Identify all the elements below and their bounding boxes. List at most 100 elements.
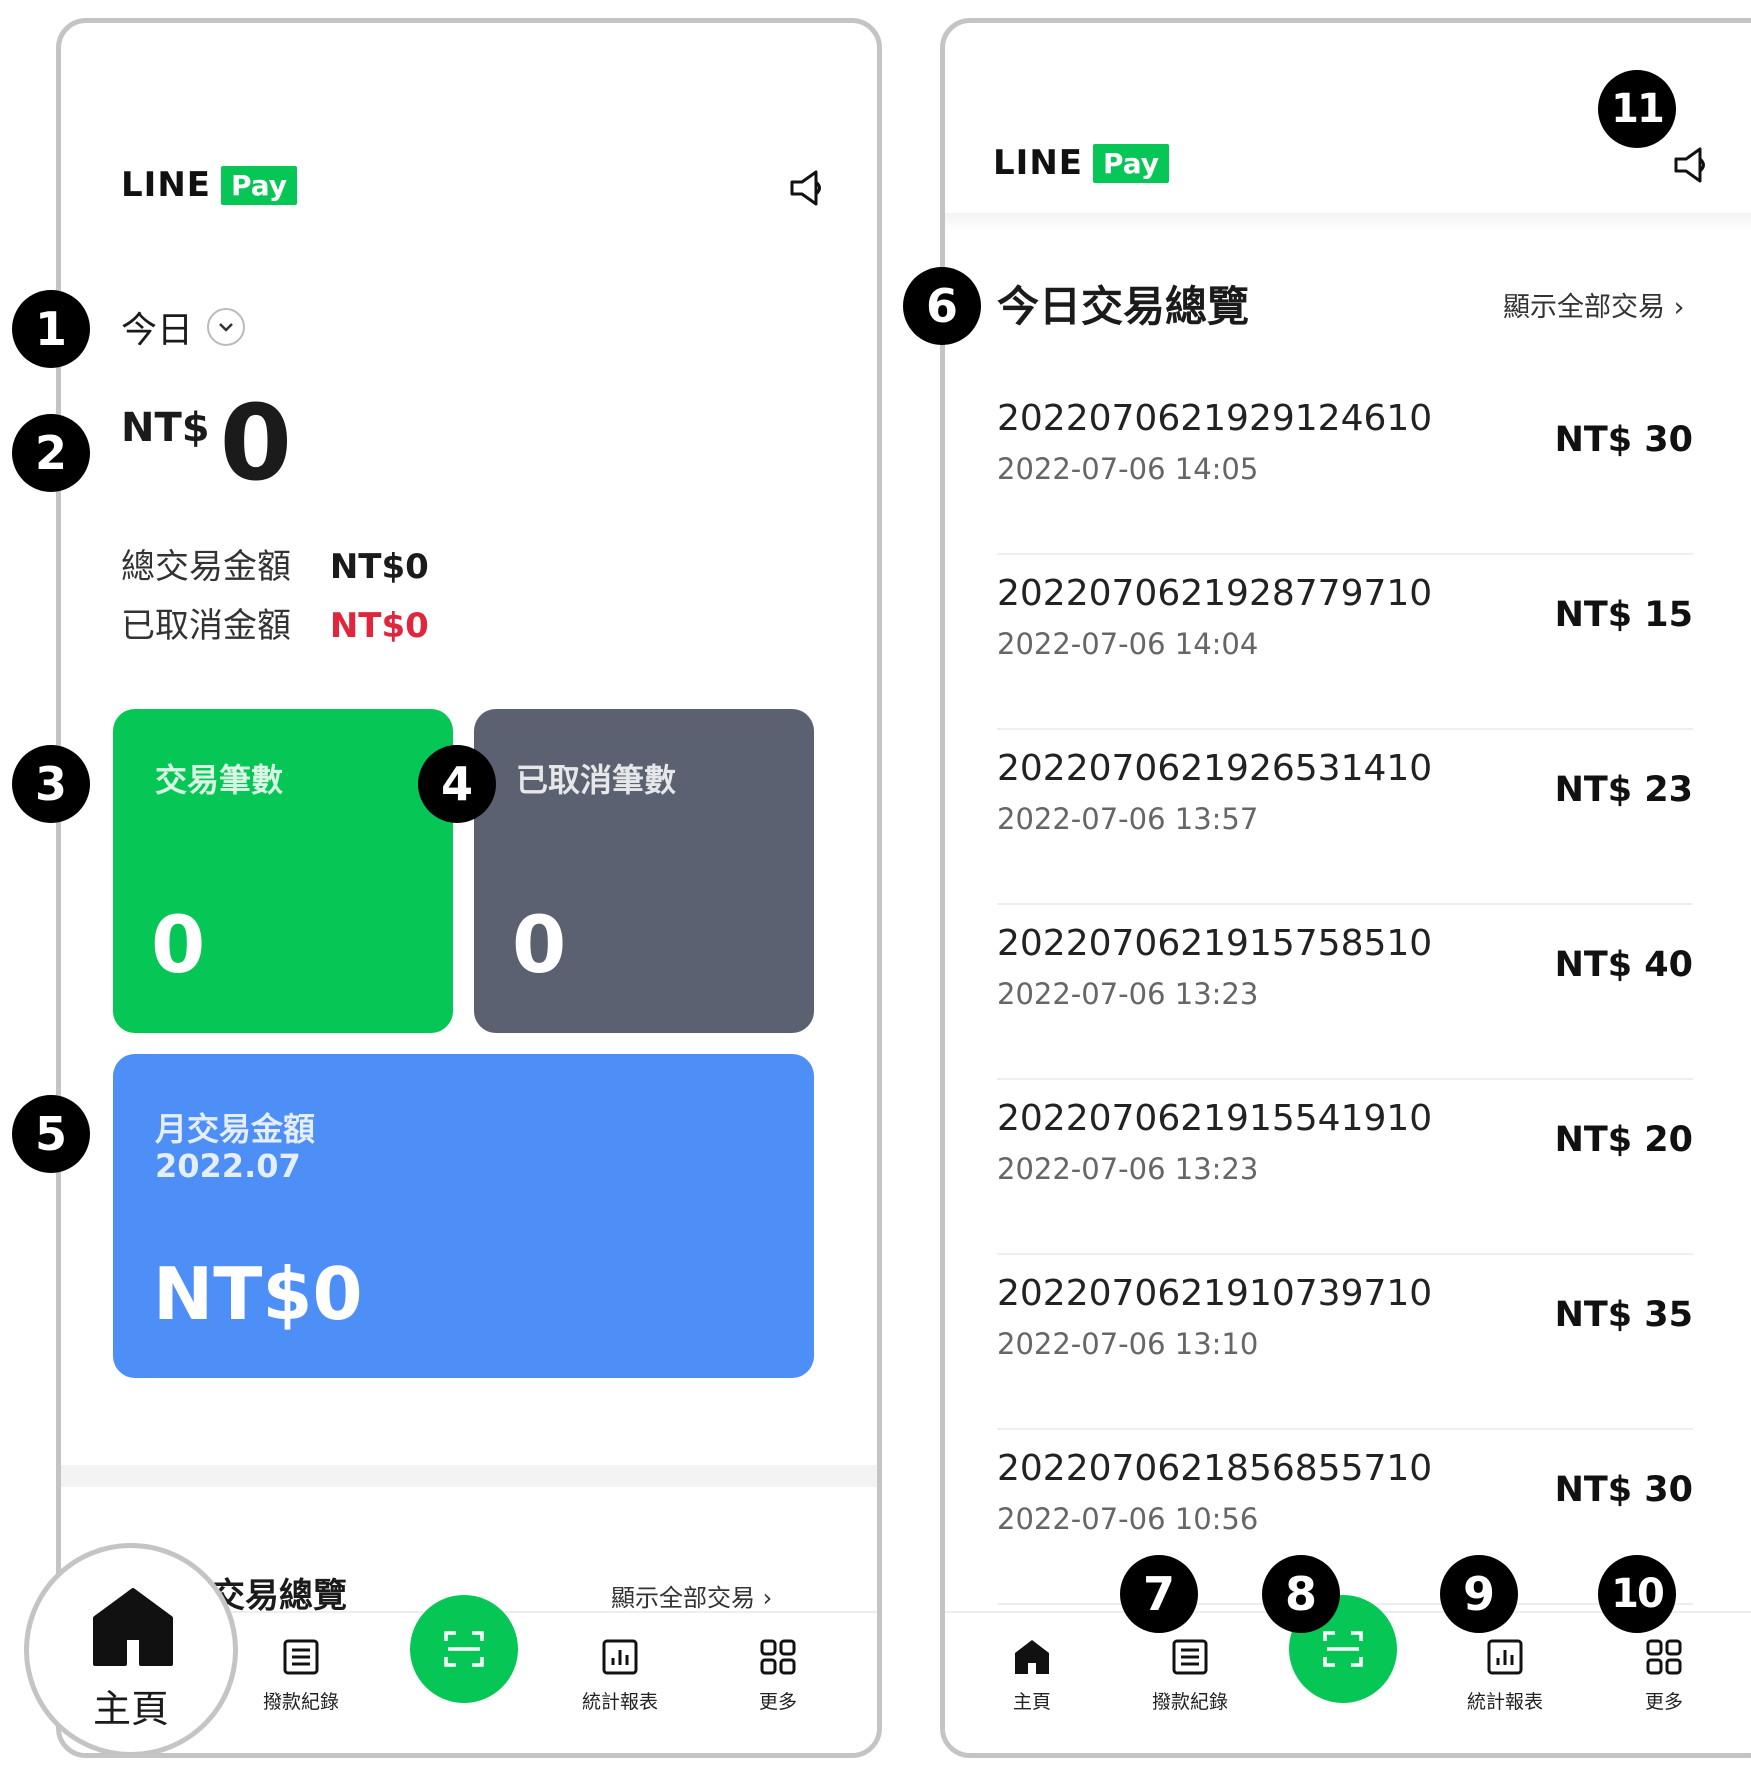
section-title-partial: 交易總覽 xyxy=(211,1576,347,1616)
grid-icon xyxy=(1646,1639,1682,1675)
period-label: 今日 xyxy=(121,310,194,351)
transaction-id: 2022070621910739710 xyxy=(997,1273,1433,1314)
tab-stats[interactable]: 統計報表 xyxy=(1445,1637,1565,1714)
tab-home[interactable]: 主頁 xyxy=(972,1637,1092,1714)
monthly-period: 2022.07 xyxy=(155,1147,301,1185)
transaction-id: 2022070621915758510 xyxy=(997,923,1433,964)
transaction-row[interactable]: 2022070621915758510 2022-07-06 13:23 NT$ 4… xyxy=(997,903,1693,1080)
transaction-row[interactable]: 2022070621928779710 2022-07-06 14:04 NT$ 1… xyxy=(997,553,1693,730)
tab-stats-label: 統計報表 xyxy=(1466,1691,1543,1713)
monthly-amount-card[interactable]: 月交易金額 2022.07 NT$0 xyxy=(113,1054,814,1378)
transaction-amount: NT$ 30 xyxy=(1554,1470,1693,1510)
list-icon xyxy=(1172,1639,1208,1675)
scan-icon xyxy=(444,1631,484,1667)
callout-11: 11 xyxy=(1598,70,1676,148)
tx-count-value: 0 xyxy=(151,901,206,991)
section-divider xyxy=(61,1465,877,1487)
tab-records-label: 撥款紀錄 xyxy=(262,1691,339,1713)
transaction-amount: NT$ 20 xyxy=(1554,1120,1693,1160)
line-pay-logo: LINE Pay xyxy=(993,143,1170,183)
transaction-time: 2022-07-06 13:23 xyxy=(997,977,1259,1011)
logo-pay-badge: Pay xyxy=(1093,143,1170,183)
total-row: 總交易金額 NT$0 xyxy=(121,539,429,588)
transaction-time: 2022-07-06 14:04 xyxy=(997,627,1259,661)
transaction-id: 2022070621926531410 xyxy=(997,748,1433,789)
list-icon xyxy=(283,1639,319,1675)
today-amount: NT$ 0 xyxy=(121,391,292,495)
home-tab-magnified[interactable]: 主頁 xyxy=(24,1543,238,1757)
period-selector[interactable]: 今日 xyxy=(121,301,246,353)
transaction-row[interactable]: 2022070621915541910 2022-07-06 13:23 NT$ 2… xyxy=(997,1078,1693,1255)
chart-icon xyxy=(602,1639,638,1675)
cancelled-value: NT$0 xyxy=(329,606,429,646)
transaction-time: 2022-07-06 10:56 xyxy=(997,1502,1259,1536)
transaction-time: 2022-07-06 13:10 xyxy=(997,1327,1259,1361)
chart-icon xyxy=(1487,1639,1523,1675)
transaction-id: 2022070621856855710 xyxy=(997,1448,1433,1489)
view-all-link[interactable]: 顯示全部交易 › xyxy=(611,1578,772,1613)
transaction-time: 2022-07-06 14:05 xyxy=(997,452,1259,486)
cancel-count-card[interactable]: 已取消筆數 0 xyxy=(474,709,814,1033)
cancel-count-label: 已取消筆數 xyxy=(516,761,677,799)
scan-button[interactable] xyxy=(410,1595,518,1703)
home-icon xyxy=(93,1588,173,1666)
line-pay-logo: LINE Pay xyxy=(121,165,298,205)
tab-more[interactable]: 更多 xyxy=(718,1637,838,1714)
transaction-amount: NT$ 15 xyxy=(1554,595,1693,635)
tx-count-label: 交易筆數 xyxy=(155,761,284,799)
transaction-time: 2022-07-06 13:57 xyxy=(997,802,1259,836)
header-shadow xyxy=(945,213,1751,231)
transaction-amount: NT$ 40 xyxy=(1554,945,1693,985)
tab-more-label: 更多 xyxy=(1644,1691,1683,1713)
scan-icon xyxy=(1323,1631,1363,1667)
tx-count-card[interactable]: 交易筆數 0 xyxy=(113,709,453,1033)
amount-value: 0 xyxy=(219,382,292,504)
callout-2: 2 xyxy=(12,414,90,492)
grid-icon xyxy=(760,1639,796,1675)
speaker-icon[interactable] xyxy=(786,166,830,210)
cancelled-label: 已取消金額 xyxy=(121,606,291,646)
tab-records[interactable]: 撥款紀錄 xyxy=(1130,1637,1250,1714)
tab-stats-label: 統計報表 xyxy=(581,1691,658,1713)
transaction-id: 2022070621929124610 xyxy=(997,398,1433,439)
transaction-time: 2022-07-06 13:23 xyxy=(997,1152,1259,1186)
chevron-down-icon xyxy=(207,308,246,346)
phone-screen-home: LINE Pay 今日 NT$ 0 總交易金額 NT$0 已取消金額 NT$0 … xyxy=(56,18,882,1758)
amount-currency: NT$ xyxy=(121,405,210,451)
tab-records[interactable]: 撥款紀錄 xyxy=(241,1637,361,1714)
monthly-label: 月交易金額 xyxy=(155,1110,316,1148)
tab-home-label: 主頁 xyxy=(1012,1691,1051,1713)
home-icon xyxy=(1015,1640,1049,1674)
callout-6: 6 xyxy=(903,267,981,345)
section-title: 今日交易總覽 xyxy=(997,282,1250,331)
transaction-amount: NT$ 30 xyxy=(1554,420,1693,460)
view-all-link[interactable]: 顯示全部交易 › xyxy=(1503,285,1684,324)
callout-8: 8 xyxy=(1262,1555,1340,1633)
phone-screen-overview: LINE Pay 今日交易總覽 顯示全部交易 › 202207062192912… xyxy=(940,18,1751,1758)
callout-10: 10 xyxy=(1598,1555,1676,1633)
transaction-row[interactable]: 2022070621856855710 2022-07-06 10:56 NT$ 3… xyxy=(997,1428,1693,1605)
logo-line-text: LINE xyxy=(993,143,1083,183)
callout-9: 9 xyxy=(1440,1555,1518,1633)
tab-more-label: 更多 xyxy=(758,1691,797,1713)
home-tab-label: 主頁 xyxy=(92,1687,169,1731)
total-value: NT$0 xyxy=(329,547,429,587)
total-label: 總交易金額 xyxy=(121,547,291,587)
tab-more[interactable]: 更多 xyxy=(1604,1637,1724,1714)
cancel-count-value: 0 xyxy=(512,901,567,991)
callout-3: 3 xyxy=(12,745,90,823)
cancelled-row: 已取消金額 NT$0 xyxy=(121,598,429,647)
transaction-row[interactable]: 2022070621929124610 2022-07-06 14:05 NT$ 3… xyxy=(997,378,1693,555)
callout-1: 1 xyxy=(12,290,90,368)
transaction-id: 2022070621915541910 xyxy=(997,1098,1433,1139)
callout-4: 4 xyxy=(418,745,496,823)
callout-5: 5 xyxy=(12,1095,90,1173)
tab-records-label: 撥款紀錄 xyxy=(1151,1691,1228,1713)
logo-pay-badge: Pay xyxy=(221,165,298,205)
transaction-row[interactable]: 2022070621910739710 2022-07-06 13:10 NT$ 3… xyxy=(997,1253,1693,1430)
tab-stats[interactable]: 統計報表 xyxy=(560,1637,680,1714)
transaction-id: 2022070621928779710 xyxy=(997,573,1433,614)
monthly-value: NT$0 xyxy=(153,1252,363,1336)
transaction-row[interactable]: 2022070621926531410 2022-07-06 13:57 NT$ 2… xyxy=(997,728,1693,905)
speaker-icon[interactable] xyxy=(1670,143,1714,187)
